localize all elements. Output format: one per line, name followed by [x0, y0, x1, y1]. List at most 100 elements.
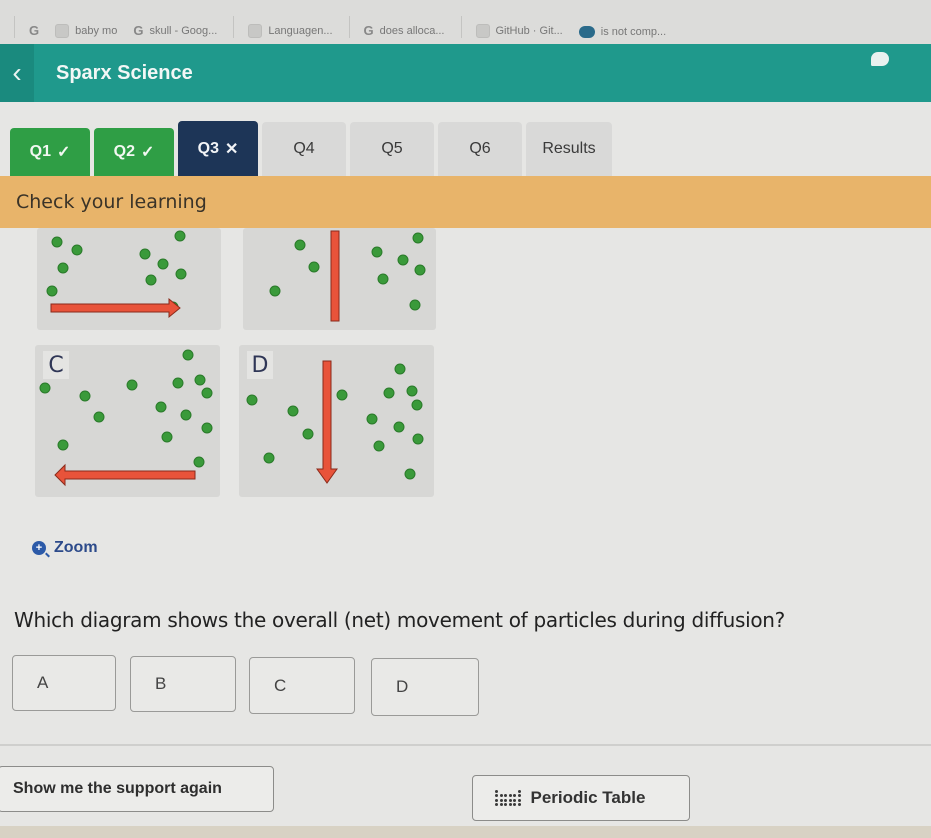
tab-label: Q5: [381, 140, 403, 157]
particle: [126, 379, 138, 391]
arrow-right: [50, 297, 181, 319]
particle: [383, 387, 395, 399]
tab-label: Q1: [29, 143, 51, 160]
particle: [393, 421, 405, 433]
divider: [233, 16, 235, 38]
support-label: Show me the support again: [13, 780, 222, 797]
bookmark-label: baby mo: [75, 25, 118, 37]
barrier-bar: [330, 230, 340, 322]
answer-label: B: [155, 674, 167, 693]
arrow-left: [54, 463, 196, 487]
particle: [294, 239, 306, 251]
answer-c[interactable]: C: [249, 657, 355, 714]
particle: [194, 374, 206, 386]
page-icon: [248, 24, 263, 38]
tab-q6[interactable]: Q6: [438, 122, 522, 176]
tab-results[interactable]: Results: [526, 122, 612, 176]
particle: [79, 390, 91, 402]
diagram-a-svg: [46, 230, 187, 319]
particle: [394, 363, 406, 375]
diagram-b: [243, 228, 436, 330]
particle: [397, 254, 409, 266]
answer-a[interactable]: A: [12, 655, 116, 711]
particle: [157, 258, 169, 270]
particle: [302, 428, 314, 440]
answer-b[interactable]: B: [130, 656, 236, 712]
answer-label: C: [274, 675, 287, 695]
particle: [404, 468, 416, 480]
answer-label: A: [37, 673, 49, 692]
bookmark-label: Languagen...: [268, 25, 333, 37]
bookmark-github[interactable]: GitHub · Git...: [475, 24, 563, 38]
particle: [269, 285, 281, 297]
chevron-left-icon: ‹: [12, 57, 22, 88]
google-icon: G: [363, 23, 374, 38]
bookmark-skull[interactable]: G skull - Goog...: [133, 23, 217, 38]
particle: [145, 274, 157, 286]
particle: [373, 440, 385, 452]
particle: [414, 264, 426, 276]
zoom-in-icon: +: [32, 541, 46, 555]
particle: [377, 273, 389, 285]
check-icon: ✓: [56, 144, 71, 161]
show-support-button[interactable]: Show me the support again: [0, 766, 274, 812]
particle: [139, 248, 151, 260]
diagram-b-svg: [269, 230, 426, 322]
bookmark-label: is not comp...: [600, 26, 667, 38]
diagram-d: D: [239, 345, 434, 497]
google-icon: G: [133, 23, 144, 38]
particle: [412, 232, 424, 244]
tab-q2[interactable]: Q2 ✓: [94, 128, 174, 176]
bookmark-google[interactable]: G: [29, 23, 39, 38]
particle: [287, 405, 299, 417]
particle: [155, 401, 167, 413]
cross-icon: ✕: [224, 140, 239, 158]
tab-label: Q4: [293, 140, 315, 157]
bookmark-label: skull - Goog...: [149, 24, 218, 37]
page-icon: [475, 24, 490, 38]
bookmark-does-alloca[interactable]: G does alloca...: [364, 23, 445, 38]
particle: [57, 262, 69, 274]
diagram-label: C: [43, 351, 69, 379]
particle: [336, 389, 348, 401]
particle: [174, 230, 186, 242]
divider: [460, 16, 462, 38]
question-text: Which diagram shows the overall (net) mo…: [14, 608, 785, 632]
tab-q3[interactable]: Q3 ✕: [178, 121, 258, 184]
bookmarks-bar: G baby mo G skull - Goog... Languagen...…: [0, 0, 931, 44]
zoom-label: Zoom: [54, 539, 98, 556]
arrow-down: [316, 360, 338, 484]
divider: [14, 16, 15, 38]
particle: [371, 246, 383, 258]
particle: [161, 431, 173, 443]
diagram-a: [37, 228, 221, 330]
tab-label: Results: [542, 140, 596, 157]
periodic-table-button[interactable]: Periodic Table: [472, 775, 690, 821]
diagram-label: D: [247, 351, 273, 379]
periodic-label: Periodic Table: [530, 788, 646, 807]
back-button[interactable]: ‹: [0, 44, 34, 102]
bottom-edge: [0, 826, 931, 838]
bookmark-is-not-comp[interactable]: is not comp...: [578, 26, 667, 38]
tab-label: Q2: [113, 143, 135, 160]
bookmark-baby-mo[interactable]: baby mo: [55, 24, 117, 38]
particle: [71, 244, 83, 256]
tab-q5[interactable]: Q5: [350, 122, 434, 176]
divider: [0, 744, 931, 746]
question-tabs: Q1 ✓ Q2 ✓ Q3 ✕ Q4 Q5 Q6 Results: [0, 118, 931, 184]
particle: [246, 394, 258, 406]
bookmark-languagen[interactable]: Languagen...: [248, 24, 333, 38]
zoom-button[interactable]: + Zoom: [32, 539, 98, 557]
check-learning-banner: Check your learning: [0, 176, 931, 228]
tab-q4[interactable]: Q4: [262, 122, 346, 176]
particle: [175, 268, 187, 280]
app-header: ‹ Sparx Science: [0, 44, 931, 102]
particle: [409, 299, 421, 311]
tab-q1[interactable]: Q1 ✓: [10, 128, 90, 176]
page-icon: [55, 24, 70, 38]
particle: [193, 456, 205, 468]
banner-title: Check your learning: [16, 191, 207, 213]
cloud-icon: [578, 26, 595, 38]
answer-d[interactable]: D: [371, 658, 479, 716]
chat-icon[interactable]: [871, 52, 889, 66]
